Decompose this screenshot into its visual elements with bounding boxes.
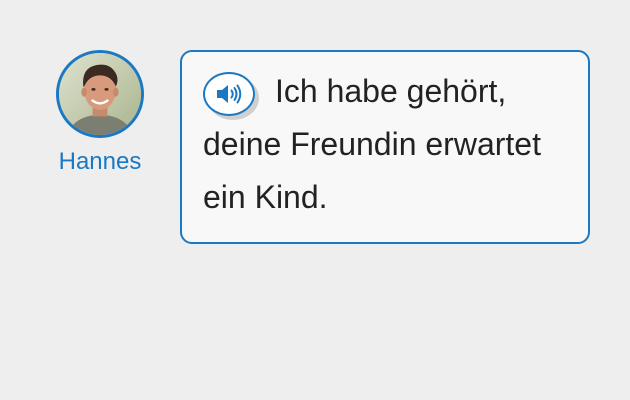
speech-bubble: Ich habe gehört, deine Freundin erwartet…: [180, 50, 590, 244]
person-avatar-icon: [59, 53, 141, 135]
speaker-avatar: [56, 50, 144, 138]
message-text: Ich habe gehört, deine Freundin erwartet…: [203, 73, 541, 215]
speaker-icon: [217, 84, 242, 104]
speaker-name: Hannes: [58, 148, 142, 175]
play-audio-button[interactable]: [203, 72, 255, 116]
